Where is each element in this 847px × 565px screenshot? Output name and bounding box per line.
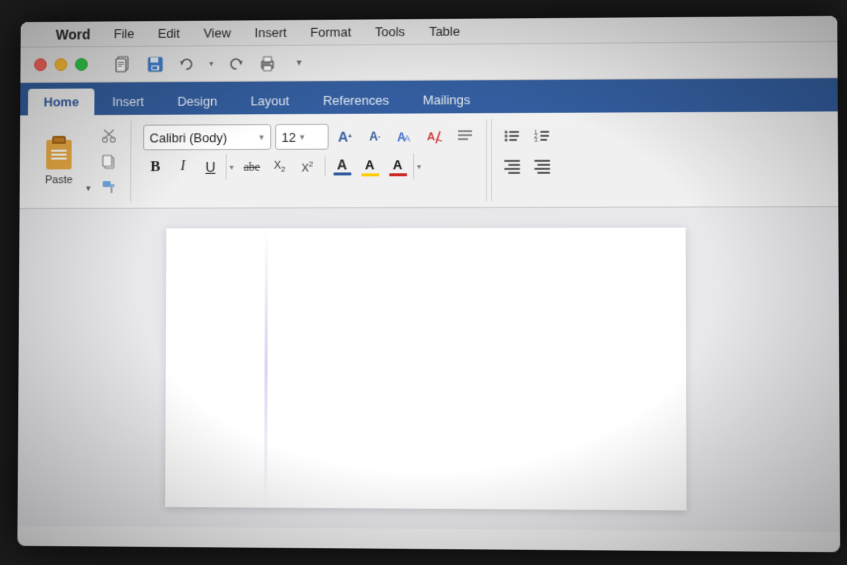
italic-button[interactable]: I [170,154,196,180]
toolbar-more-button[interactable]: ▾ [286,50,312,76]
font-color-icon: A [336,157,346,171]
maximize-button[interactable] [75,58,88,71]
font-name-select[interactable]: Calibri (Body) ▾ [142,124,270,150]
application-window: Word File Edit View Insert Format Tools … [17,15,840,551]
clipboard-lines [51,149,67,159]
ribbon-tabs: Home Insert Design Layout References Mai… [20,78,838,115]
svg-text:A: A [403,133,409,143]
change-case-button[interactable]: A A [391,123,417,149]
paste-dropdown[interactable]: ▾ [86,183,91,198]
font-row1: Calibri (Body) ▾ 12 ▾ A+ A- A [142,123,477,150]
underline-button[interactable]: U [197,154,223,180]
menu-insert[interactable]: Insert [250,23,290,42]
menu-view[interactable]: View [199,23,234,42]
tab-home[interactable]: Home [27,88,94,115]
clipboard-tools [94,124,122,197]
tab-layout[interactable]: Layout [234,87,304,114]
text-effects-bar [388,172,406,175]
document-area [17,207,840,532]
svg-text:3.: 3. [533,137,538,143]
ribbon-content: Paste ▾ [19,111,838,209]
font-grow-button[interactable]: A+ [332,123,358,149]
font-color-button[interactable]: A [329,153,355,179]
font-size-arrow: ▾ [299,131,304,142]
font-size-value: 12 [281,129,295,144]
redo-button[interactable] [223,50,249,76]
font-color-bar [333,172,351,175]
clipboard-line [51,153,67,155]
menu-tools[interactable]: Tools [370,22,408,41]
doc-line-decoration [264,228,268,507]
clipboard-clip [52,135,66,143]
clipboard-line [51,149,67,151]
font-shrink-button[interactable]: A- [361,123,387,149]
menu-word[interactable]: Word [51,24,94,44]
paragraph-lines-button[interactable] [451,123,477,149]
text-effects-button[interactable]: A [384,153,410,179]
paste-button[interactable]: Paste [35,134,82,187]
paragraph-row1: 1. 2. 3. [497,122,555,148]
ribbon: Home Insert Design Layout References Mai… [19,78,838,209]
font-color-dropdown[interactable]: ▾ [412,153,424,179]
paragraph-row2 [497,152,555,178]
close-button[interactable] [34,58,47,71]
undo-dropdown[interactable]: ▾ [205,50,217,76]
paste-label: Paste [44,174,72,186]
subscript-button[interactable]: X2 [266,153,292,179]
increase-indent-button[interactable] [527,152,555,178]
font-group: Calibri (Body) ▾ 12 ▾ A+ A- A [134,119,486,202]
clipboard-body [46,139,72,169]
numbering-button[interactable]: 1. 2. 3. [527,122,555,148]
undo-button[interactable] [173,50,199,76]
svg-text:A: A [426,131,434,143]
clear-formatting-button[interactable]: A [421,123,447,149]
new-document-button[interactable] [111,51,137,77]
decrease-indent-button[interactable] [497,152,525,178]
font-name-arrow: ▾ [259,131,264,142]
tab-insert[interactable]: Insert [96,88,159,115]
bullets-button[interactable] [497,122,525,148]
text-highlight-button[interactable]: A [356,153,382,179]
bold-button[interactable]: B [142,154,168,180]
menu-file[interactable]: File [109,24,137,43]
menu-table[interactable]: Table [425,21,464,40]
menu-format[interactable]: Format [306,22,355,41]
separator [324,156,325,176]
menu-edit[interactable]: Edit [153,23,183,42]
paste-icon [41,136,76,172]
tab-mailings[interactable]: Mailings [406,86,486,113]
window-chrome: ▾ ▾ [20,41,837,82]
font-size-select[interactable]: 12 ▾ [274,123,328,149]
highlight-icon: A [365,156,374,171]
font-name-value: Calibri (Body) [149,129,255,144]
save-button[interactable] [142,51,168,77]
copy-button[interactable] [94,150,122,172]
subscript-icon: X2 [273,159,285,173]
superscript-icon: X2 [301,159,313,174]
paragraph-tools: 1. 2. 3. [490,118,561,200]
strikethrough-icon: abe [243,159,259,174]
print-button[interactable] [254,50,280,76]
document-page[interactable] [165,227,686,510]
tab-references[interactable]: References [307,86,405,113]
superscript-button[interactable]: X2 [294,153,320,179]
text-effects-icon: A [392,156,401,171]
font-row2: B I U ▾ abe X2 X2 [142,153,477,180]
highlight-bar [360,172,378,175]
cut-button[interactable] [94,124,122,146]
strikethrough-button[interactable]: abe [238,153,264,179]
minimize-button[interactable] [54,58,67,71]
clipboard-line [51,157,67,159]
underline-dropdown[interactable]: ▾ [225,153,237,179]
paste-group: Paste ▾ [27,120,131,201]
tab-design[interactable]: Design [161,87,232,114]
quick-access-toolbar: ▾ ▾ [111,50,312,77]
format-painter-button[interactable] [94,176,122,198]
